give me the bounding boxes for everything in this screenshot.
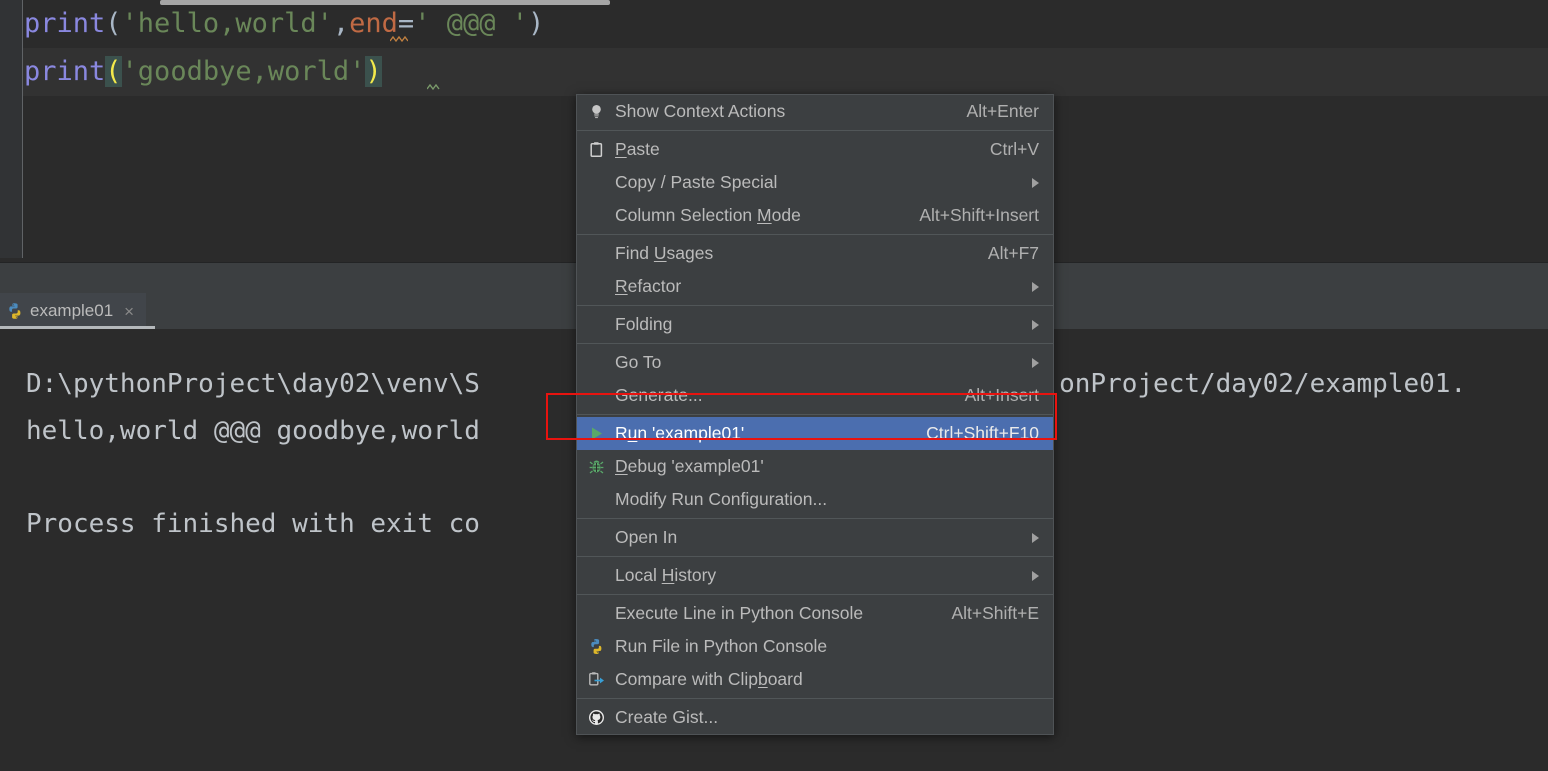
code-token-lparen-matched: (	[105, 56, 122, 87]
python-icon	[585, 630, 607, 663]
code-token-print-2: print	[24, 56, 106, 87]
code-token-rparen-matched: )	[365, 56, 382, 87]
clipboard-paste-icon	[585, 133, 607, 166]
menu-item-execute-line-in-python-console[interactable]: Execute Line in Python Console Alt+Shift+…	[577, 597, 1053, 630]
code-token-lparen: (	[105, 8, 122, 39]
menu-item-show-context-actions[interactable]: Show Context Actions Alt+Enter	[577, 95, 1053, 128]
chevron-right-icon	[1032, 177, 1039, 188]
menu-item-label: Paste	[615, 139, 660, 159]
menu-item-copy-paste-special[interactable]: Copy / Paste Special	[577, 166, 1053, 199]
menu-item-column-selection-mode[interactable]: Column Selection Mode Alt+Shift+Insert	[577, 199, 1053, 232]
gutter-divider	[22, 0, 23, 258]
code-line-2[interactable]: print('goodbye,world')	[24, 48, 382, 96]
menu-item-compare-with-clipboard[interactable]: Compare with Clipboard	[577, 663, 1053, 696]
code-token-end-kwarg: end	[349, 8, 398, 39]
code-token-rparen: )	[527, 8, 545, 39]
menu-item-go-to[interactable]: Go To	[577, 346, 1053, 379]
menu-item-run-example01[interactable]: Run 'example01' Ctrl+Shift+F10	[577, 417, 1053, 450]
menu-item-label: Modify Run Configuration...	[615, 489, 828, 509]
menu-item-label: Go To	[615, 352, 662, 372]
debug-bug-icon	[585, 450, 607, 483]
menu-separator	[577, 698, 1053, 699]
menu-item-shortcut: Alt+Insert	[964, 385, 1039, 405]
menu-separator	[577, 518, 1053, 519]
menu-item-shortcut: Alt+Enter	[966, 101, 1039, 121]
menu-item-generate[interactable]: Generate... Alt+Insert	[577, 379, 1053, 412]
inspection-squiggle-line2	[427, 84, 445, 91]
menu-item-shortcut: Alt+Shift+Insert	[919, 205, 1039, 225]
menu-item-debug-example01[interactable]: Debug 'example01'	[577, 450, 1053, 483]
menu-separator	[577, 305, 1053, 306]
code-token-string-at: ' @@@ '	[414, 8, 528, 39]
chevron-right-icon	[1032, 357, 1039, 368]
code-line-1[interactable]: print('hello,world',end=' @@@ ')	[24, 0, 544, 48]
menu-item-label: Show Context Actions	[615, 101, 786, 121]
github-icon	[585, 701, 607, 734]
menu-item-label: Compare with Clipboard	[615, 669, 803, 689]
code-token-string-goodbye: 'goodbye,world'	[121, 56, 366, 87]
menu-item-open-in[interactable]: Open In	[577, 521, 1053, 554]
inspection-squiggle-line1	[390, 36, 408, 43]
menu-item-paste[interactable]: Paste Ctrl+V	[577, 133, 1053, 166]
python-file-icon	[6, 302, 24, 320]
menu-separator	[577, 343, 1053, 344]
menu-item-label: Generate...	[615, 385, 703, 405]
menu-item-refactor[interactable]: Refactor	[577, 270, 1053, 303]
chevron-right-icon	[1032, 570, 1039, 581]
menu-separator	[577, 594, 1053, 595]
menu-item-label: Run File in Python Console	[615, 636, 828, 656]
menu-item-label: Folding	[615, 314, 673, 334]
menu-item-create-gist[interactable]: Create Gist...	[577, 701, 1053, 734]
code-token-print: print	[24, 8, 106, 39]
run-tab-example01[interactable]: example01 ×	[0, 293, 147, 329]
console-gutter	[0, 329, 18, 771]
menu-item-label: Column Selection Mode	[615, 205, 801, 225]
code-token-comma: ,	[332, 8, 350, 39]
code-token-equals: =	[397, 8, 415, 39]
menu-item-local-history[interactable]: Local History	[577, 559, 1053, 592]
menu-item-label: Run 'example01'	[615, 423, 745, 443]
editor-gutter[interactable]	[0, 0, 22, 262]
menu-separator	[577, 414, 1053, 415]
menu-item-label: Copy / Paste Special	[615, 172, 778, 192]
menu-item-label: Execute Line in Python Console	[615, 603, 864, 623]
menu-separator	[577, 234, 1053, 235]
chevron-right-icon	[1032, 532, 1039, 543]
menu-item-run-file-in-python-console[interactable]: Run File in Python Console	[577, 630, 1053, 663]
menu-item-label: Refactor	[615, 276, 682, 296]
menu-separator	[577, 130, 1053, 131]
run-play-icon	[585, 417, 607, 450]
menu-item-find-usages[interactable]: Find Usages Alt+F7	[577, 237, 1053, 270]
menu-item-shortcut: Alt+Shift+E	[951, 603, 1039, 623]
menu-item-modify-run-configuration[interactable]: Modify Run Configuration...	[577, 483, 1053, 516]
menu-item-shortcut: Alt+F7	[987, 243, 1039, 263]
chevron-right-icon	[1032, 319, 1039, 330]
console-line-3: Process finished with exit co	[26, 509, 480, 539]
menu-separator	[577, 556, 1053, 557]
close-icon[interactable]: ×	[124, 303, 134, 320]
menu-item-label: Debug 'example01'	[615, 456, 764, 476]
lightbulb-icon	[585, 95, 607, 128]
menu-item-folding[interactable]: Folding	[577, 308, 1053, 341]
compare-clipboard-icon	[585, 663, 607, 696]
menu-item-shortcut: Ctrl+V	[989, 139, 1039, 159]
console-line-2: hello,world @@@ goodbye,world	[26, 416, 480, 446]
menu-item-shortcut: Ctrl+Shift+F10	[926, 423, 1039, 443]
chevron-right-icon	[1032, 281, 1039, 292]
code-token-string-hello: 'hello,world'	[121, 8, 333, 39]
editor-context-menu[interactable]: Show Context Actions Alt+Enter Paste Ctrl+V…	[576, 94, 1054, 735]
run-tab-label: example01	[30, 301, 114, 320]
menu-item-label: Create Gist...	[615, 707, 719, 727]
menu-item-label: Open In	[615, 527, 678, 547]
menu-item-label: Find Usages	[615, 243, 714, 263]
pycharm-window: print('hello,world',end=' @@@ ') print('…	[0, 0, 1548, 771]
menu-item-label: Local History	[615, 565, 717, 585]
